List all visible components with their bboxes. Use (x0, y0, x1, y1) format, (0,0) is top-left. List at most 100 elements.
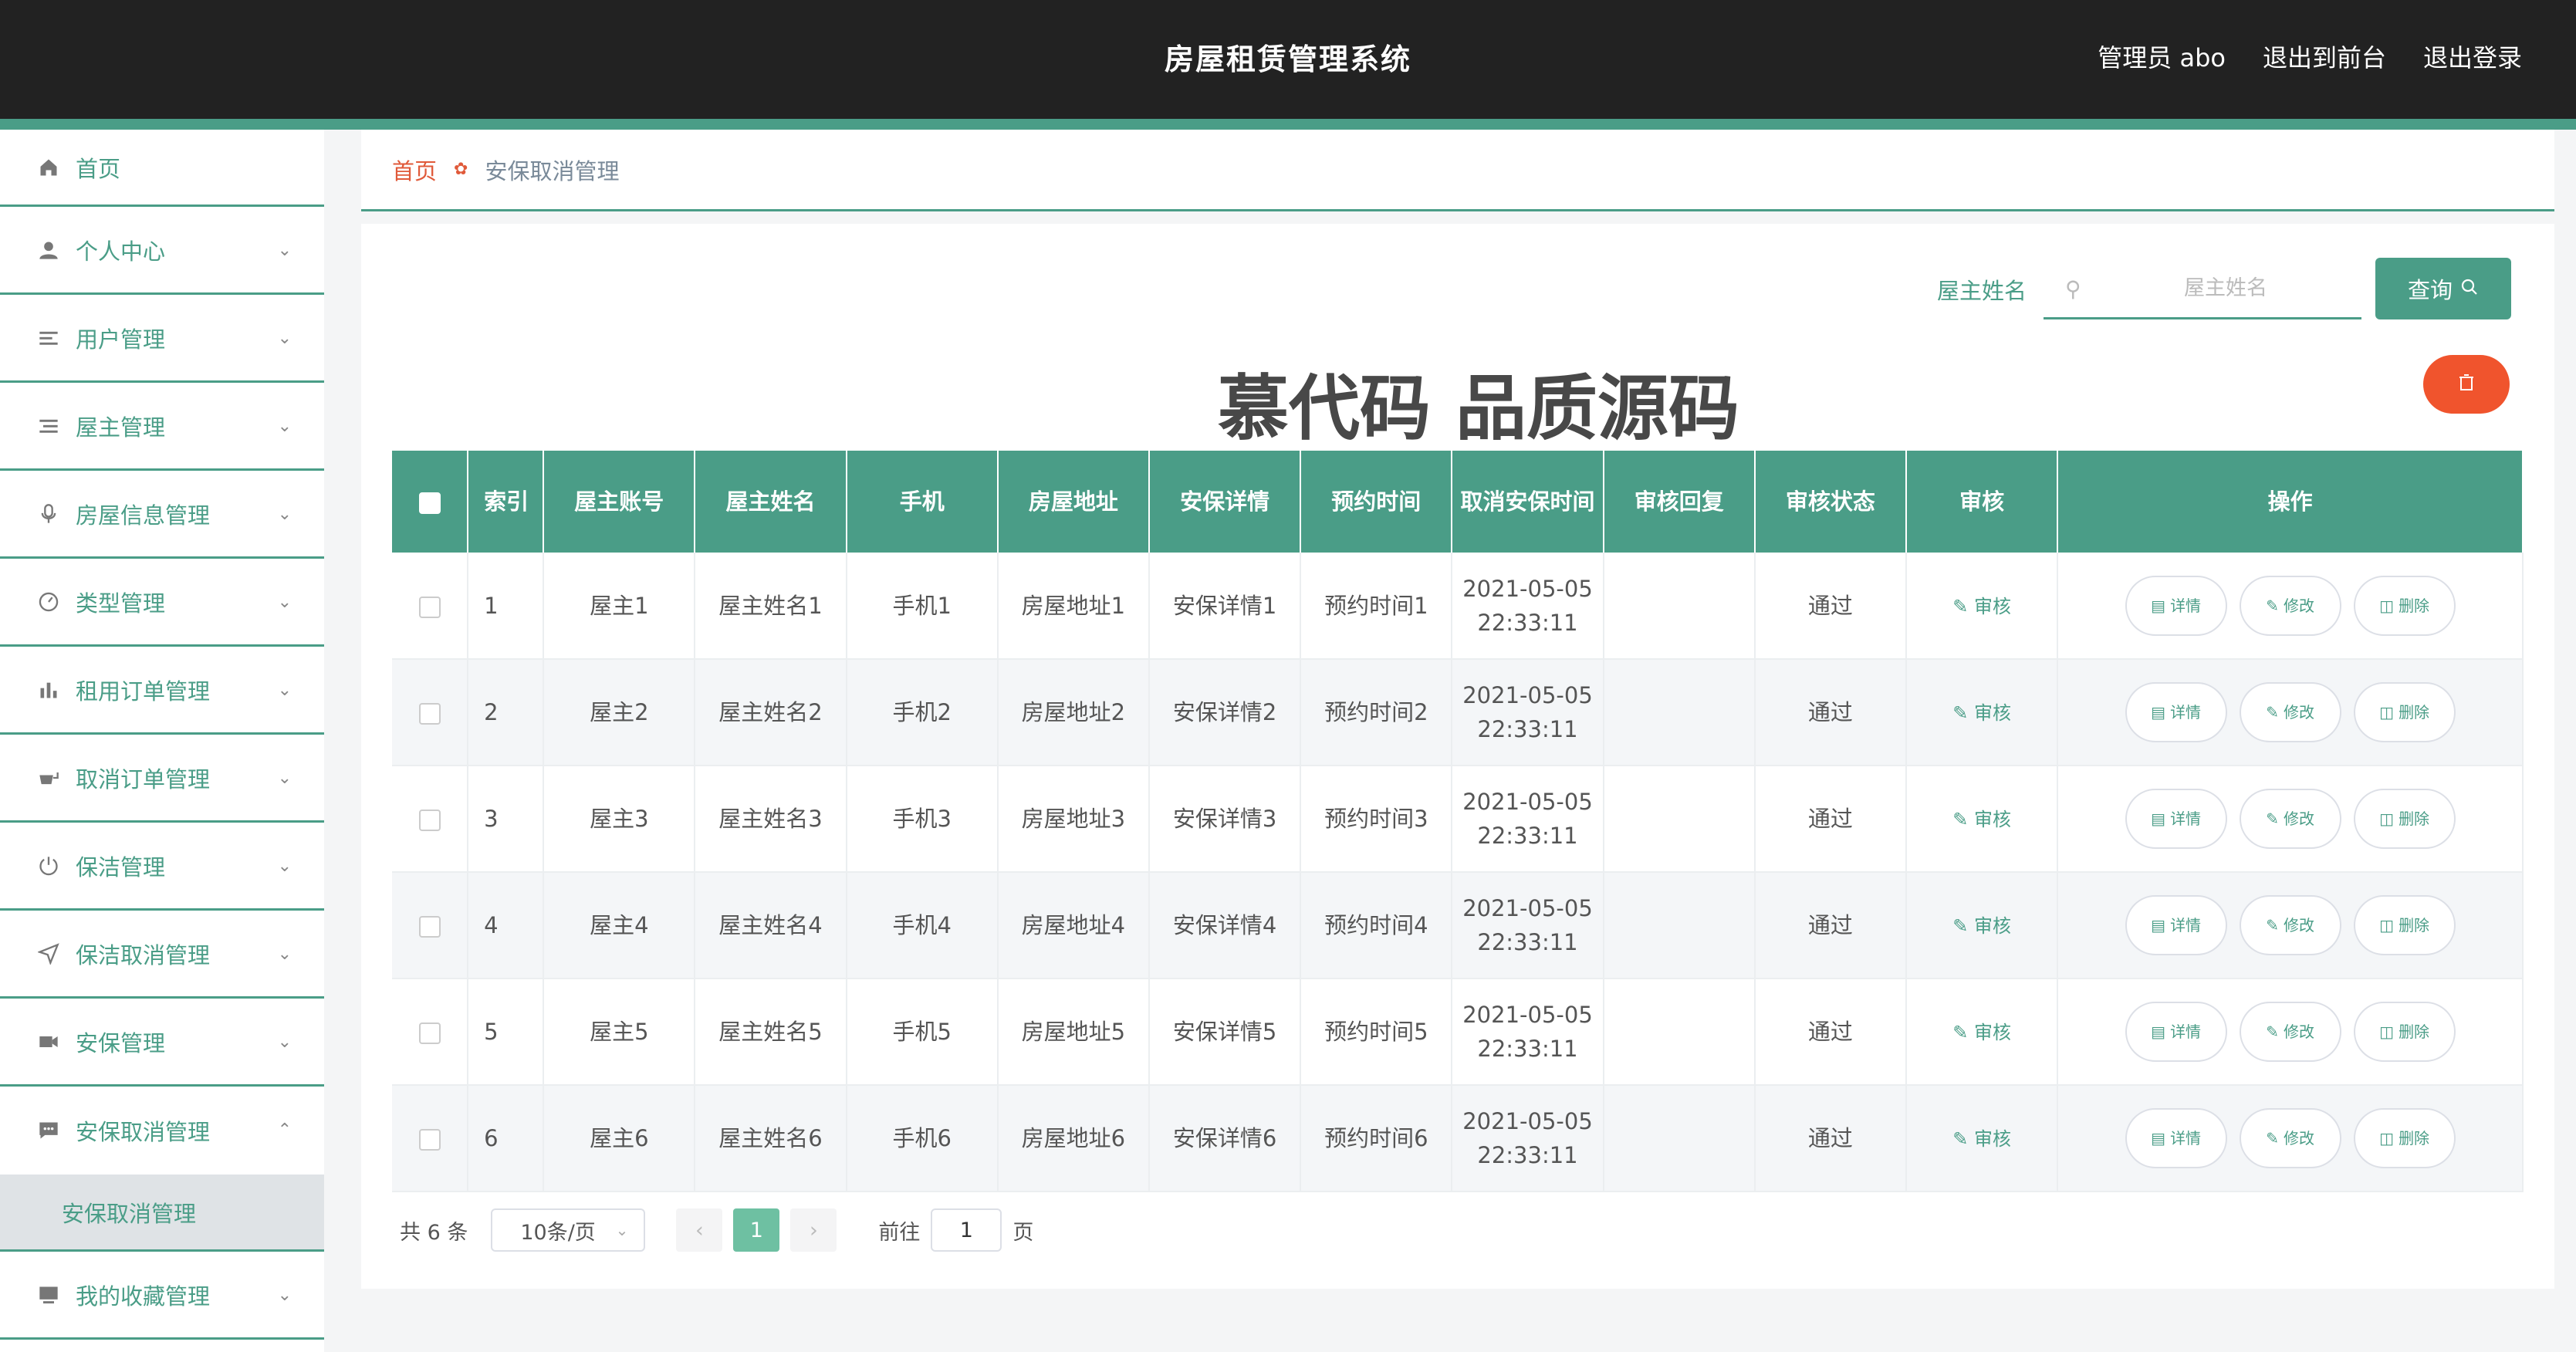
cell-reply (1603, 979, 1756, 1086)
cell-phone: 手机5 (846, 979, 999, 1086)
delete-button[interactable]: ◫ 删除 (2353, 682, 2456, 742)
table-row: 2 屋主2 屋主姓名2 手机2 房屋地址2 安保详情2 预约时间2 2021-05-05 22… (392, 659, 2524, 766)
detail-button[interactable]: ▤ 详情 (2125, 682, 2227, 742)
edit-button[interactable]: ✎ 修改 (2239, 682, 2341, 742)
sidebar-item-favorites[interactable]: 我的收藏管理 ⌄ (0, 1252, 324, 1340)
sidebar-item-label: 租用订单管理 (76, 678, 211, 705)
row-checkbox[interactable] (418, 596, 441, 618)
cell-status: 通过 (1754, 553, 1908, 660)
delete-button-label: 删除 (2399, 1129, 2430, 1148)
sidebar-item-profile[interactable]: 个人中心 ⌄ (0, 207, 324, 295)
trash-icon: ◫ (2379, 916, 2395, 935)
document-icon: ▤ (2151, 916, 2166, 935)
batch-delete-button[interactable] (2423, 355, 2510, 414)
query-button[interactable]: 查询 (2375, 258, 2511, 319)
audit-link[interactable]: ✎ 审核 (1952, 915, 2011, 937)
select-all-checkbox[interactable] (418, 492, 441, 514)
row-select-cell (392, 1085, 469, 1192)
operations-cell: ▤ 详情 ✎ 修改 ◫ 删除 (2057, 1085, 2524, 1192)
edit-icon: ✎ (2266, 810, 2279, 828)
row-checkbox[interactable] (418, 1129, 441, 1151)
edit-button[interactable]: ✎ 修改 (2239, 575, 2341, 636)
cart-icon (35, 765, 62, 791)
sidebar-item-home[interactable]: 首页 (0, 130, 324, 207)
next-page-button[interactable]: › (790, 1208, 837, 1252)
cell-phone: 手机6 (846, 1085, 999, 1192)
chevron-down-icon: ⌄ (277, 241, 292, 260)
row-checkbox[interactable] (418, 703, 441, 725)
delete-button[interactable]: ◫ 删除 (2353, 1108, 2456, 1168)
goto-page-input[interactable] (931, 1208, 1002, 1252)
sidebar-item-owners[interactable]: 屋主管理 ⌄ (0, 383, 324, 471)
cell-reply (1603, 872, 1756, 979)
delete-button[interactable]: ◫ 删除 (2353, 895, 2456, 955)
audit-link[interactable]: ✎ 审核 (1952, 702, 2011, 724)
user-icon (35, 237, 62, 263)
delete-button[interactable]: ◫ 删除 (2353, 1002, 2456, 1062)
sidebar-item-cancel-orders[interactable]: 取消订单管理 ⌄ (0, 735, 324, 823)
column-header: 审核回复 (1603, 451, 1756, 553)
cell-account: 屋主2 (543, 659, 696, 766)
cell-account: 屋主5 (543, 979, 696, 1086)
detail-button[interactable]: ▤ 详情 (2125, 1108, 2227, 1168)
audit-cell: ✎ 审核 (1906, 766, 2059, 873)
edit-button[interactable]: ✎ 修改 (2239, 895, 2341, 955)
sidebar-subitem-security-cancel[interactable]: 安保取消管理 (0, 1175, 324, 1252)
sidebar-item-cleaning-cancel[interactable]: 保洁取消管理 ⌄ (0, 911, 324, 999)
sidebar-item-users[interactable]: 用户管理 ⌄ (0, 295, 324, 383)
cell-account: 屋主4 (543, 872, 696, 979)
detail-button[interactable]: ▤ 详情 (2125, 789, 2227, 849)
exit-front-link[interactable]: 退出到前台 (2263, 39, 2386, 74)
chevron-down-icon: ⌄ (615, 1221, 629, 1239)
operations-cell: ▤ 详情 ✎ 修改 ◫ 删除 (2057, 979, 2524, 1086)
detail-button[interactable]: ▤ 详情 (2125, 1002, 2227, 1062)
cell-address: 房屋地址1 (997, 553, 1151, 660)
logout-link[interactable]: 退出登录 (2423, 39, 2522, 74)
edit-button[interactable]: ✎ 修改 (2239, 789, 2341, 849)
search-input[interactable] (2044, 259, 2361, 317)
sidebar-item-cleaning[interactable]: 保洁管理 ⌄ (0, 823, 324, 911)
sidebar-item-security[interactable]: 安保管理 ⌄ (0, 999, 324, 1087)
search-icon: ⚲ (2065, 276, 2081, 302)
top-links: 管理员 abo 退出到前台 退出登录 (2098, 39, 2522, 74)
breadcrumb-separator-icon: ✿ (454, 160, 468, 179)
cell-index: 6 (468, 1085, 545, 1192)
select-all-cell (392, 451, 469, 553)
edit-icon: ✎ (1952, 1022, 1969, 1043)
audit-link[interactable]: ✎ 审核 (1952, 809, 2011, 830)
delete-button[interactable]: ◫ 删除 (2353, 789, 2456, 849)
edit-button[interactable]: ✎ 修改 (2239, 1108, 2341, 1168)
page-number-button[interactable]: 1 (733, 1208, 780, 1252)
audit-cell: ✎ 审核 (1906, 979, 2059, 1086)
cell-address: 房屋地址4 (997, 872, 1151, 979)
column-header: 取消安保时间 (1452, 451, 1604, 553)
audit-link[interactable]: ✎ 审核 (1952, 1022, 2011, 1043)
audit-link[interactable]: ✎ 审核 (1952, 1128, 2011, 1150)
cell-account: 屋主6 (543, 1085, 696, 1192)
edit-button[interactable]: ✎ 修改 (2239, 1002, 2341, 1062)
cell-status: 通过 (1754, 979, 1908, 1086)
sidebar-item-security-cancel[interactable]: 安保取消管理 ⌃ (0, 1087, 324, 1175)
row-checkbox[interactable] (418, 810, 441, 831)
chevron-up-icon: ⌃ (277, 1120, 292, 1140)
sidebar-item-rental-orders[interactable]: 租用订单管理 ⌄ (0, 647, 324, 735)
document-icon: ▤ (2151, 596, 2166, 615)
detail-button[interactable]: ▤ 详情 (2125, 575, 2227, 636)
sidebar-item-types[interactable]: 类型管理 ⌄ (0, 559, 324, 647)
audit-link[interactable]: ✎ 审核 (1952, 596, 2011, 617)
row-checkbox[interactable] (418, 916, 441, 938)
bar-chart-icon (35, 677, 62, 703)
delete-button[interactable]: ◫ 删除 (2353, 575, 2456, 636)
row-checkbox[interactable] (418, 1022, 441, 1044)
sidebar-item-house-info[interactable]: 房屋信息管理 ⌄ (0, 471, 324, 559)
cell-phone: 手机2 (846, 659, 999, 766)
sidebar-item-label: 个人中心 (76, 238, 166, 265)
page-size-select[interactable]: 10条/页 ⌄ (491, 1208, 646, 1252)
breadcrumb-home-link[interactable]: 首页 (392, 154, 437, 186)
admin-user-label[interactable]: 管理员 abo (2098, 39, 2226, 74)
column-header: 屋主账号 (543, 451, 696, 553)
detail-button[interactable]: ▤ 详情 (2125, 895, 2227, 955)
pagination-total: 共 6 条 (400, 1220, 468, 1245)
sidebar: 首页 个人中心 ⌄ 用户管理 ⌄ 屋主管理 ⌄ 房屋信息管理 ⌄ 类型管理 ⌄ (0, 130, 324, 1352)
prev-page-button[interactable]: ‹ (676, 1208, 723, 1252)
